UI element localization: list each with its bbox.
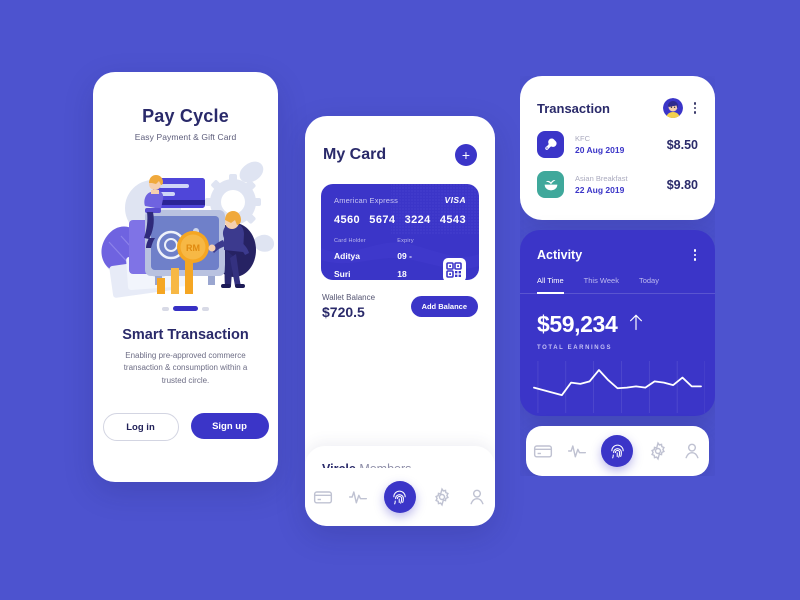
- table-row[interactable]: Asian Breakfast 22 Aug 2019 $9.80: [520, 158, 715, 198]
- arrow-up-icon: [626, 311, 646, 337]
- credit-card-icon[interactable]: [313, 487, 333, 507]
- pager-dot-1[interactable]: [162, 306, 169, 311]
- transaction-date: 22 Aug 2019: [575, 185, 625, 195]
- person-icon[interactable]: [682, 441, 702, 461]
- onboarding-heading: Smart Transaction: [122, 327, 249, 343]
- transaction-card: Transaction KFC 20 Aug 2019 $8.50 Asian …: [520, 76, 715, 220]
- pager-dot-3[interactable]: [202, 306, 209, 311]
- rice-bowl-icon: [537, 171, 564, 198]
- fingerprint-icon[interactable]: [601, 435, 634, 467]
- kebab-menu-icon[interactable]: [692, 247, 699, 263]
- gear-icon[interactable]: [432, 487, 452, 507]
- person-icon[interactable]: [467, 487, 487, 507]
- transaction-name: KFC: [575, 134, 590, 143]
- tab-this-week[interactable]: This Week: [584, 276, 619, 294]
- card-holder-value: Aditya Suri: [334, 251, 360, 279]
- page-subtitle: Easy Payment & Gift Card: [134, 132, 237, 142]
- credit-card-icon[interactable]: [533, 441, 553, 461]
- activity-card: Activity All Time This Week Today $59,23…: [520, 230, 715, 416]
- wallet-balance-amount: $720.5: [322, 304, 365, 320]
- card-number-group-2: 5674: [369, 214, 396, 226]
- kebab-menu-icon[interactable]: [692, 100, 699, 116]
- transaction-amount: $9.80: [666, 177, 698, 192]
- avatar[interactable]: [662, 98, 683, 118]
- page-title: Transaction: [537, 100, 610, 116]
- table-row[interactable]: KFC 20 Aug 2019 $8.50: [520, 118, 715, 158]
- transaction-header: Transaction: [520, 76, 715, 118]
- transaction-screen: Transaction KFC 20 Aug 2019 $8.50 Asian …: [520, 76, 715, 476]
- card-expiry-label: Expiry: [397, 238, 414, 244]
- card-expiry-value: 09 - 18: [397, 251, 412, 279]
- transaction-amount: $8.50: [666, 137, 698, 152]
- card-number-group-3: 3224: [404, 214, 431, 226]
- pulse-icon[interactable]: [348, 487, 368, 507]
- card-number-group-4: 4543: [439, 214, 466, 226]
- transaction-name: Asian Breakfast: [575, 174, 628, 183]
- credit-card[interactable]: American Express VISA 4560 5674 3224 454…: [321, 184, 479, 280]
- onboarding-description: Enabling pre-approved commerce transacti…: [123, 351, 248, 385]
- wallet-balance-block: Wallet Balance $720.5: [322, 293, 375, 320]
- transaction-date: 20 Aug 2019: [575, 145, 625, 155]
- card-network: VISA: [444, 195, 466, 205]
- card-brand: American Express: [334, 195, 399, 205]
- plus-icon[interactable]: +: [455, 144, 477, 166]
- card-holder-label: Card Holder: [334, 238, 366, 244]
- wallet-balance-label: Wallet Balance: [322, 293, 376, 302]
- drumstick-icon: [537, 131, 564, 158]
- wallet-balance-row: Wallet Balance $720.5 Add Balance: [305, 280, 495, 320]
- activity-tabs: All Time This Week Today: [520, 263, 715, 294]
- login-button[interactable]: Log in: [102, 413, 179, 442]
- activity-title: Activity: [537, 247, 583, 262]
- card-expiry-block: Expiry 09 - 18: [397, 238, 423, 280]
- page-title: My Card: [323, 146, 387, 163]
- bottom-navigation: [305, 468, 495, 526]
- earnings-line-chart: [520, 351, 715, 417]
- auth-buttons: Log in Sign up: [93, 413, 278, 442]
- tab-all-time[interactable]: All Time: [537, 276, 564, 294]
- pager-dot-2[interactable]: [173, 306, 198, 311]
- total-earnings-row: $59,234: [520, 294, 715, 338]
- activity-header: Activity: [520, 230, 715, 263]
- pulse-icon[interactable]: [567, 441, 587, 461]
- total-earnings-caption: TOTAL EARNINGS: [537, 344, 613, 351]
- app-showcase: Pay Cycle Easy Payment & Gift Card RM Sm…: [0, 0, 800, 600]
- mycard-screen: My Card + American Express VISA 4560 567…: [305, 116, 495, 526]
- page-title: Pay Cycle: [142, 106, 229, 126]
- mycard-header: My Card +: [305, 116, 495, 166]
- coin-label: RM: [186, 243, 200, 253]
- total-earnings-amount: $59,234: [537, 310, 618, 337]
- vircle-members-panel: Vircle Members: [305, 446, 495, 526]
- onboarding-screen: Pay Cycle Easy Payment & Gift Card RM Sm…: [93, 72, 278, 482]
- qr-code-icon[interactable]: [442, 258, 466, 280]
- bottom-navigation: [526, 426, 709, 476]
- card-number-group-1: 4560: [334, 214, 361, 226]
- card-holder-block: Card Holder Aditya Suri: [334, 238, 377, 280]
- pager-dots[interactable]: [93, 306, 278, 311]
- tab-today[interactable]: Today: [639, 276, 659, 294]
- fingerprint-icon[interactable]: [383, 481, 416, 513]
- card-number: 4560 5674 3224 4543: [321, 205, 479, 226]
- signup-button[interactable]: Sign up: [190, 413, 269, 440]
- add-balance-button[interactable]: Add Balance: [410, 296, 478, 317]
- safe-vault-payment-illustration: RM: [93, 150, 278, 302]
- gear-icon[interactable]: [648, 441, 668, 461]
